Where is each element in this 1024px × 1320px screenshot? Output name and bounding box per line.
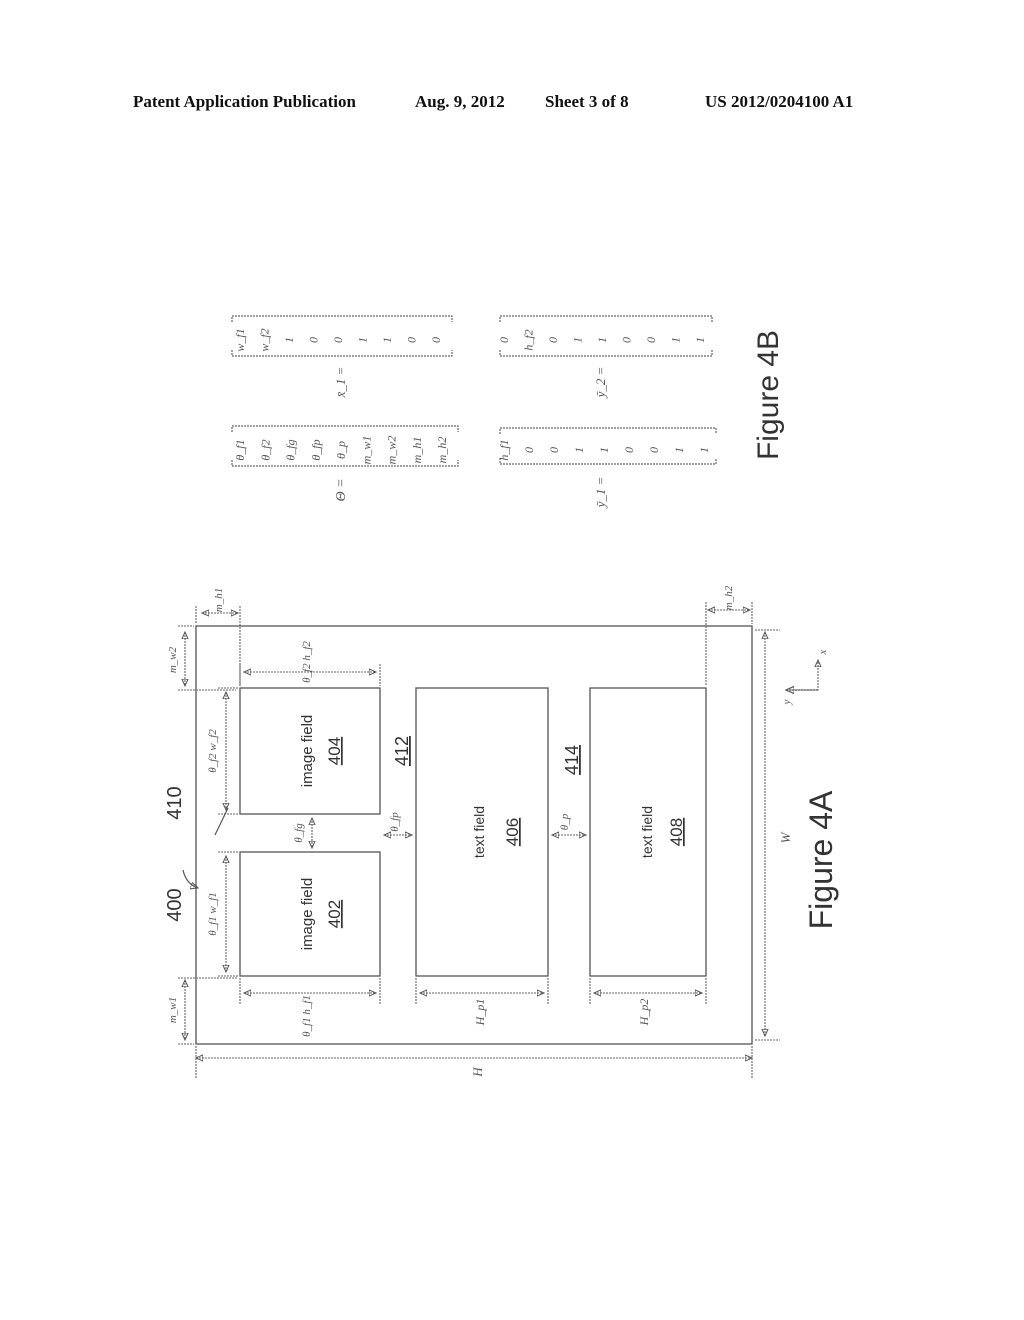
vector-y2-entry: 1	[693, 337, 707, 343]
vector-y2-entry: 1	[571, 337, 585, 343]
label-text1-height: H_p1	[473, 999, 487, 1027]
label-img1-height: θ_f1 h_f1	[301, 995, 313, 1037]
vector-y1-entry: 0	[647, 447, 661, 453]
vector-y2: 0 h_f2 0 1 1 0 0 1 1 ȳ_2 =	[497, 315, 713, 400]
label-W: W	[778, 831, 793, 843]
vector-theta-entry: m_w2	[385, 436, 399, 465]
vector-theta-entry: m_w1	[359, 436, 373, 465]
figure-4b: w_f1 w_f2 1 0 0 1 1 0 0 x̄_1 = θ_f1 θ_f2 θ_fg θ_fp θ…	[231, 315, 785, 510]
vector-y1-entry: 1	[697, 447, 711, 453]
vector-theta-entry: θ_f1	[233, 439, 247, 460]
figure-4a	[178, 602, 818, 1078]
label-mh1: m_h1	[213, 588, 225, 612]
label-mw2: m_w2	[167, 646, 179, 673]
label-img1-width: θ_f1 w_f1	[207, 892, 219, 936]
vector-y2-entry: 0	[644, 337, 658, 343]
label-img2-height: θ_f2 h_f2	[301, 641, 313, 683]
label-gap-fp: θ_fp	[389, 812, 401, 832]
label-gap-p: θ_p	[559, 813, 571, 830]
vector-x1-entry: w_f1	[233, 328, 247, 351]
vector-x1-entry: 1	[380, 337, 394, 343]
image-field-404-label: image field	[299, 715, 316, 788]
vector-theta-entry: m_h2	[435, 437, 449, 464]
vector-y2-entry: h_f2	[522, 329, 536, 350]
label-mh2: m_h2	[723, 585, 735, 610]
vector-x1-name: x̄_1 =	[333, 367, 348, 399]
vector-x1-entry: 0	[331, 337, 345, 343]
text-field-408-label: text field	[639, 806, 655, 858]
vector-theta-entry: θ_f2	[258, 439, 272, 460]
vector-x1-entry: 1	[282, 337, 296, 343]
ref-410-leader	[214, 807, 229, 836]
figure-4a-labels: image field 404 image field 402 text fie…	[164, 585, 839, 1077]
image-field-404-ref: 404	[325, 737, 344, 765]
vector-x1-entry: 1	[356, 337, 370, 343]
vector-y2-entry: 0	[497, 337, 511, 343]
vector-y2-entry: 0	[620, 337, 634, 343]
label-text2-height: H_p2	[637, 999, 651, 1027]
patent-drawing: w_f1 w_f2 1 0 0 1 1 0 0 x̄_1 = θ_f1 θ_f2 θ_fg θ_fp θ…	[164, 315, 839, 1078]
vector-theta-name: Θ =	[334, 478, 349, 501]
vector-theta-entry: m_h1	[410, 437, 424, 464]
vector-y2-entry: 0	[546, 337, 560, 343]
vector-x1-entry: 0	[405, 337, 419, 343]
vector-y2-name: ȳ_2 =	[593, 367, 608, 400]
ref-410: 410	[164, 786, 186, 819]
figure-4b-caption: Figure 4B	[752, 330, 785, 460]
axis-y-label: y	[781, 699, 793, 705]
image-field-402-ref: 402	[325, 900, 344, 928]
vector-y1-entry: h_f1	[497, 439, 511, 460]
text-field-406-ref: 406	[503, 818, 522, 846]
vector-theta-entry: θ_p	[334, 441, 348, 459]
ref-414: 414	[562, 745, 582, 775]
label-img2-width: θ_f2 w_f2	[207, 729, 219, 773]
vector-y2-entry: 1	[595, 337, 609, 343]
vector-y1-name: ȳ_1 =	[593, 477, 608, 510]
vector-y1: h_f1 0 0 1 1 0 0 1 1 ȳ_1 =	[497, 427, 717, 510]
vector-y1-entry: 0	[547, 447, 561, 453]
label-H: H	[470, 1067, 485, 1078]
image-field-402-label: image field	[299, 878, 316, 951]
vector-x1-entry: w_f2	[258, 328, 272, 351]
vector-x1: w_f1 w_f2 1 0 0 1 1 0 0 x̄_1 =	[231, 315, 453, 399]
axis-x-label: x	[817, 649, 829, 655]
figure-4a-caption: Figure 4A	[803, 790, 839, 929]
vector-x1-entry: 0	[429, 337, 443, 343]
ref-400: 400	[164, 888, 186, 921]
axis-x-arrow	[790, 660, 818, 691]
ref-412: 412	[392, 736, 412, 766]
vector-theta-entry: θ_fp	[309, 439, 323, 460]
vector-y1-entry: 0	[522, 447, 536, 453]
text-field-408-ref: 408	[667, 818, 686, 846]
text-field-406-label: text field	[471, 806, 487, 858]
vector-y2-entry: 1	[669, 337, 683, 343]
vector-theta: θ_f1 θ_f2 θ_fg θ_fp θ_p m_w1 m_w2 m_h1 m_h2 Θ =	[231, 425, 459, 502]
label-gap-fg: θ_fg	[293, 823, 305, 843]
vector-x1-entry: 0	[307, 337, 321, 343]
vector-y1-entry: 1	[597, 447, 611, 453]
vector-theta-entry: θ_fg	[284, 439, 298, 460]
label-mw1: m_w1	[167, 997, 179, 1023]
vector-y1-entry: 1	[572, 447, 586, 453]
vector-y1-entry: 1	[672, 447, 686, 453]
vector-y1-entry: 0	[622, 447, 636, 453]
